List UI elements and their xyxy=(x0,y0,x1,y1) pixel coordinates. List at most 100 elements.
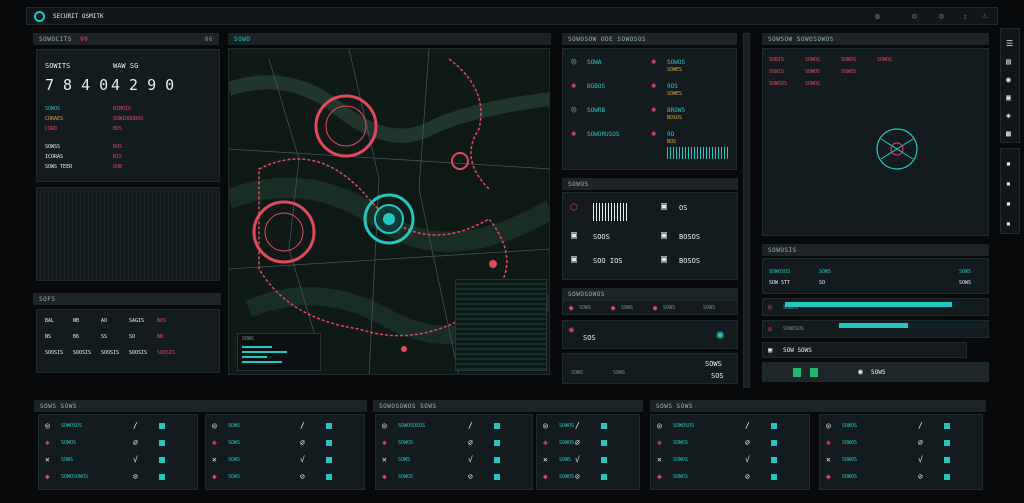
right-bottom-2: ◉ SOWS xyxy=(762,362,989,382)
status-square xyxy=(494,474,500,480)
sidebar-icon[interactable]: ▪ xyxy=(1006,179,1011,188)
stats-header: SOWOS xyxy=(562,178,738,190)
bottom-row-mark: ⌀ xyxy=(133,438,138,447)
alert-icon: ◎ xyxy=(571,105,577,115)
summary-row-label: ICORAS xyxy=(45,154,64,160)
summary-row-value: BIMOIO xyxy=(113,106,132,112)
summary-row-value: BOS xyxy=(113,144,123,150)
stat-icon: ▣ xyxy=(661,230,668,241)
status-square xyxy=(601,474,607,480)
sidebar-icon[interactable]: ▪ xyxy=(1006,219,1011,228)
summary-row-label: CORD xyxy=(45,126,58,132)
right-row-cell: SOBIS xyxy=(769,57,785,63)
table-cell: BB xyxy=(157,334,164,340)
bottom-header-1: SOWOSOWOS SOWS xyxy=(373,400,643,412)
sidebar-icon[interactable]: ▪ xyxy=(1006,199,1011,208)
status-square xyxy=(326,457,332,463)
user-icon[interactable]: ☺ xyxy=(912,12,917,21)
alert-icon[interactable]: ⚠ xyxy=(982,11,987,21)
stat-icon: ▣ xyxy=(661,201,668,212)
bottom-row-icon: ◆ xyxy=(826,472,831,481)
midstrip-dot: ● xyxy=(569,304,574,312)
midstrip-item-3: SOWS xyxy=(703,305,716,311)
right-mid-label2-0: SOW STT xyxy=(769,280,791,286)
right-mid-panel: SOWOSOS SOWS SOWS SOW STT SO SOWS xyxy=(762,258,989,294)
summary-row-label: SOWOS xyxy=(45,106,61,112)
right-header: SOWSOW SOWOSOWOS xyxy=(762,33,989,45)
table-cell: SAGIS xyxy=(129,318,145,324)
left-table: BAL NB AO SAGIS BOS NS B6 SS SO BB SOOSIS SOOSIS SOO… xyxy=(36,309,220,373)
bottom-row-label: SOWOSOSOS xyxy=(398,423,426,429)
bottom-card: ◎ SOWOSOS ∕ ◈ SOWOS ⌀ ✕ SOWOS √ ◆ SOWOS ⊘ xyxy=(650,414,810,490)
alert-label: 9O xyxy=(667,131,675,138)
table-cell: NB xyxy=(73,318,80,324)
status-square xyxy=(326,440,332,446)
map-legend: SOWS xyxy=(237,333,321,371)
bottom-row-icon: ◆ xyxy=(212,472,217,481)
bottom-row-label: SOWS xyxy=(398,457,411,463)
table-cell: BOS xyxy=(157,318,167,324)
sidebar-icon[interactable]: ▦ xyxy=(1006,129,1011,138)
bottom-row-mark: ∕ xyxy=(918,421,923,430)
alert-label: 9OS xyxy=(667,83,678,90)
alert-label: BGBOS xyxy=(587,83,606,90)
bottom-row-label: SOWOS xyxy=(398,474,414,480)
midstrip-sub-2: SOWS xyxy=(705,360,722,368)
summary-row-label: SOWSS xyxy=(45,144,61,150)
midstrip-panel-1: ● SOWS ● SOWS ● SOWS SOWS xyxy=(562,300,738,315)
map-panel[interactable]: SOWS xyxy=(228,48,550,375)
bottom-row-mark: ⊘ xyxy=(300,472,305,481)
midstrip-header: SOWOSOWOS xyxy=(562,288,738,300)
right-mid-label-0: SOWOSOS xyxy=(769,269,791,275)
app-title: SECURIT OSMITK xyxy=(53,13,104,20)
map-legend-title: SOWS xyxy=(242,336,255,342)
user-icon[interactable]: ☺ xyxy=(939,12,944,21)
progress-row-2: ◎ SOWOSOS xyxy=(762,320,989,338)
bottom-row-label: SOWS xyxy=(228,457,241,463)
big-value-2: 4 2 9 0 xyxy=(111,76,175,94)
midstrip-item-0: SOWS xyxy=(579,305,592,311)
sidebar-icon[interactable]: ◉ xyxy=(1006,75,1011,84)
bottom-row-label: SOWS xyxy=(61,457,74,463)
left-footer-header: SOFS xyxy=(33,293,221,305)
gear-icon[interactable]: ⚙ xyxy=(875,12,880,21)
bottom-row-label: SOWOS xyxy=(673,474,689,480)
sidebar-icon[interactable]: ▪ xyxy=(1006,159,1011,168)
sidebar-icon[interactable]: ▣ xyxy=(1006,93,1011,102)
alert-icon: ◈ xyxy=(571,81,577,91)
summary-row-label: CORAES xyxy=(45,116,64,122)
sidebar-icon[interactable]: ▤ xyxy=(1006,57,1011,66)
bottom-row-icon: ◈ xyxy=(543,438,548,447)
right-mid-label-2: SOWS xyxy=(959,269,972,275)
bottom-row-icon: ◈ xyxy=(45,438,50,447)
bottom-row-icon: ✕ xyxy=(212,455,217,464)
table-cell: SS xyxy=(101,334,108,340)
bottom-row-label: SOWOS xyxy=(61,440,77,446)
midstrip-icon: ◉ xyxy=(569,325,574,334)
table-cell: SOOSIS xyxy=(45,350,64,356)
midstrip-title: SOWOSOWOS xyxy=(568,291,606,298)
map-minichart xyxy=(455,279,547,371)
big-label-2: WAW SG xyxy=(113,62,139,70)
bottom-row-mark: √ xyxy=(575,455,580,464)
sidebar-icon[interactable]: ☰ xyxy=(1006,39,1013,48)
sidebar-icon[interactable]: ◈ xyxy=(1006,111,1011,120)
bottom-row-mark: ∕ xyxy=(468,421,473,430)
alert-sub: SOWES xyxy=(667,67,683,73)
bottom-row-icon: ✕ xyxy=(826,455,831,464)
big-label-1: SOWITS xyxy=(45,62,71,70)
upload-icon[interactable]: ⇪ xyxy=(963,12,968,21)
status-square xyxy=(494,440,500,446)
table-cell: B6 xyxy=(73,334,80,340)
progress-fill-1 xyxy=(839,323,908,328)
bottom-row-mark: √ xyxy=(918,455,923,464)
bottom-row-mark: ∕ xyxy=(745,421,750,430)
summary-row-value: SOWIOOODOS xyxy=(113,116,144,122)
bottom-row-icon: ◈ xyxy=(382,438,387,447)
summary-row-value: BOS xyxy=(113,126,123,132)
bottom-row-icon: ◆ xyxy=(657,472,662,481)
summary-row-value: BIS xyxy=(113,154,123,160)
bottom-row-icon: ◎ xyxy=(543,421,548,430)
midstrip-dot: ● xyxy=(611,304,616,312)
midstrip-sub-4: SOWS xyxy=(613,370,626,376)
